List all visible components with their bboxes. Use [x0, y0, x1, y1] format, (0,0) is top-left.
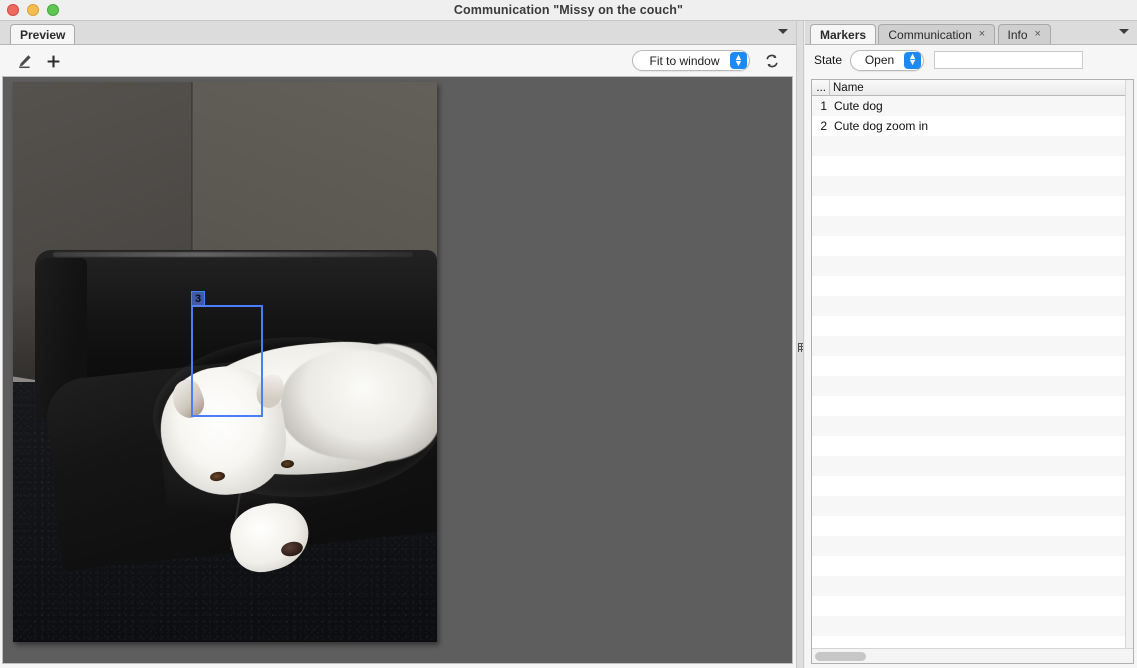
- v-scrollbar[interactable]: [1125, 80, 1133, 663]
- state-select[interactable]: Open ▲▼: [850, 50, 924, 71]
- state-select-value: Open: [851, 53, 904, 67]
- table-row[interactable]: [812, 396, 1133, 416]
- preview-tab-strip: Preview: [0, 21, 796, 45]
- table-row[interactable]: [812, 296, 1133, 316]
- table-body: 1Cute dog2Cute dog zoom in: [812, 96, 1133, 647]
- table-row[interactable]: [812, 436, 1133, 456]
- chevron-down-icon[interactable]: [778, 29, 788, 34]
- marker-search-input[interactable]: [934, 51, 1083, 69]
- state-label: State: [814, 53, 842, 67]
- table-row[interactable]: [812, 556, 1133, 576]
- table-row[interactable]: [812, 496, 1133, 516]
- markers-tab-strip: Markers Communication × Info ×: [805, 21, 1137, 45]
- marker-label[interactable]: 3: [191, 291, 205, 307]
- panel-splitter[interactable]: [796, 21, 804, 668]
- table-row[interactable]: [812, 276, 1133, 296]
- tab-preview-label: Preview: [20, 28, 65, 42]
- column-header-index[interactable]: ...: [812, 80, 830, 95]
- table-cell-name: Cute dog: [830, 99, 1133, 113]
- table-cell-index: 2: [812, 119, 830, 133]
- tab-communication-label: Communication: [888, 28, 971, 42]
- table-row[interactable]: [812, 336, 1133, 356]
- close-icon[interactable]: ×: [979, 29, 985, 40]
- table-row[interactable]: [812, 596, 1133, 616]
- tab-communication[interactable]: Communication ×: [878, 24, 995, 44]
- table-row[interactable]: 2Cute dog zoom in: [812, 116, 1133, 136]
- refresh-icon[interactable]: [762, 51, 782, 71]
- splitter-grip-icon: [798, 343, 803, 352]
- tab-preview[interactable]: Preview: [10, 24, 75, 44]
- table-row[interactable]: [812, 176, 1133, 196]
- window-title: Communication "Missy on the couch": [0, 0, 1137, 20]
- plus-icon[interactable]: [43, 51, 63, 71]
- column-header-name[interactable]: Name: [830, 80, 1133, 95]
- preview-panel: Preview Fit to window: [0, 21, 796, 668]
- table-header-row: ... Name: [812, 80, 1133, 96]
- table-row[interactable]: [812, 356, 1133, 376]
- table-cell-index: 1: [812, 99, 830, 113]
- table-row[interactable]: [812, 136, 1133, 156]
- stepper-icon[interactable]: ▲▼: [904, 52, 921, 69]
- table-row[interactable]: [812, 156, 1133, 176]
- table-row[interactable]: 1Cute dog: [812, 96, 1133, 116]
- h-scrollbar[interactable]: [812, 648, 1133, 663]
- tab-markers-label: Markers: [820, 28, 866, 42]
- tab-info[interactable]: Info ×: [998, 24, 1051, 44]
- close-icon[interactable]: ×: [1035, 29, 1041, 40]
- photo-couch-highlight: [53, 252, 413, 257]
- title-bar: Communication "Missy on the couch": [0, 0, 1137, 21]
- table-row[interactable]: [812, 636, 1133, 647]
- table-row[interactable]: [812, 236, 1133, 256]
- preview-image[interactable]: 3: [13, 82, 437, 642]
- h-scrollbar-thumb[interactable]: [815, 652, 866, 661]
- preview-toolbar: Fit to window ▲▼: [0, 45, 796, 77]
- table-cell-name: Cute dog zoom in: [830, 119, 1133, 133]
- table-row[interactable]: [812, 516, 1133, 536]
- table-row[interactable]: [812, 576, 1133, 596]
- table-row[interactable]: [812, 316, 1133, 336]
- table-row[interactable]: [812, 416, 1133, 436]
- table-row[interactable]: [812, 536, 1133, 556]
- zoom-level-select[interactable]: Fit to window ▲▼: [632, 50, 750, 71]
- tab-markers[interactable]: Markers: [810, 24, 876, 44]
- chevron-down-icon[interactable]: [1119, 29, 1129, 34]
- table-row[interactable]: [812, 376, 1133, 396]
- table-row[interactable]: [812, 256, 1133, 276]
- markers-table: ... Name 1Cute dog2Cute dog zoom in: [811, 79, 1134, 664]
- table-row[interactable]: [812, 476, 1133, 496]
- app-window: Communication "Missy on the couch" Previ…: [0, 0, 1137, 668]
- preview-body: Fit to window ▲▼: [0, 45, 796, 668]
- marker-rectangle[interactable]: 3: [191, 305, 263, 417]
- zoom-level-value: Fit to window: [633, 54, 730, 68]
- tab-info-label: Info: [1008, 28, 1028, 42]
- table-row[interactable]: [812, 456, 1133, 476]
- table-row[interactable]: [812, 616, 1133, 636]
- table-row[interactable]: [812, 196, 1133, 216]
- pencil-edit-icon[interactable]: [14, 51, 34, 71]
- table-row[interactable]: [812, 216, 1133, 236]
- stepper-icon[interactable]: ▲▼: [730, 52, 747, 69]
- image-canvas[interactable]: 3: [2, 76, 793, 664]
- markers-panel: Markers Communication × Info × State Ope…: [805, 21, 1137, 668]
- marker-filter-row: State Open ▲▼: [805, 45, 1137, 75]
